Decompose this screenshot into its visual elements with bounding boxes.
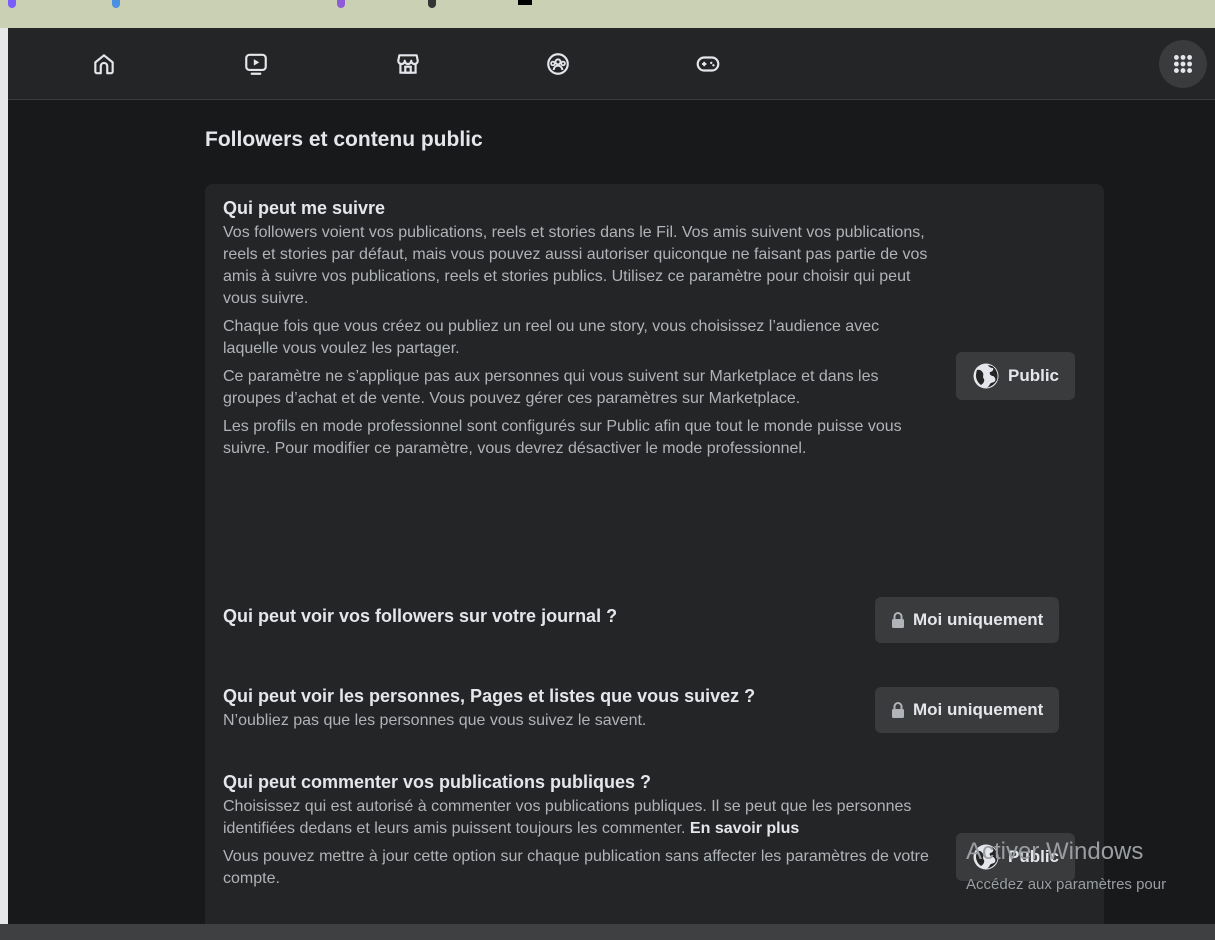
groups-icon [547, 53, 569, 75]
tab-indicator [8, 0, 16, 8]
watermark-title: Activer Windows [966, 838, 1144, 865]
tab-indicator [112, 0, 120, 8]
nav-tab-gaming[interactable] [648, 28, 768, 100]
nav-tab-marketplace[interactable] [348, 28, 468, 100]
nav-tab-watch[interactable] [196, 28, 316, 100]
section-description: Ce paramètre ne s’applique pas aux perso… [223, 368, 879, 407]
button-label: Moi uniquement [913, 610, 1044, 629]
globe-icon [973, 363, 999, 389]
button-label: Moi uniquement [913, 700, 1044, 719]
lock-icon [892, 612, 904, 628]
section-who-can-follow: Qui peut me suivre Vos followers voient … [223, 196, 1093, 460]
window-bottom-edge [0, 924, 1215, 940]
page-title: Followers et contenu public [205, 128, 483, 151]
window-edge [0, 0, 8, 940]
gaming-icon [696, 56, 720, 72]
section-title: Qui peut commenter vos publications publ… [223, 772, 652, 792]
tab-indicator [337, 0, 345, 8]
watermark-subtitle: Accédez aux paramètres pour [966, 876, 1167, 893]
nav-tab-home[interactable] [44, 28, 164, 100]
windows-activation-watermark: Activer Windows Accédez aux paramètres p… [966, 838, 1166, 893]
section-description: N’oubliez pas que les personnes que vous… [223, 712, 647, 729]
learn-more-link[interactable]: En savoir plus [690, 820, 799, 837]
section-title: Qui peut me suivre [223, 198, 386, 218]
section-description: Vous pouvez mettre à jour cette option s… [223, 848, 929, 887]
top-navigation [8, 28, 1215, 100]
marketplace-icon [397, 54, 419, 74]
section-description: Vos followers voient vos publications, r… [223, 224, 928, 307]
browser-tab-strip [0, 0, 1215, 28]
grid-menu-icon [1173, 54, 1193, 74]
menu-button[interactable] [1159, 40, 1207, 88]
nav-tab-groups[interactable] [498, 28, 618, 100]
watch-icon [245, 53, 267, 75]
settings-card: Qui peut me suivre Vos followers voient … [205, 184, 1104, 940]
section-description: Chaque fois que vous créez ou publiez un… [223, 318, 880, 357]
follow-audience-button[interactable]: Public [956, 352, 1076, 400]
section-description: Choisissez qui est autorisé à commenter … [223, 796, 935, 840]
section-description: Les profils en mode professionnel sont c… [223, 418, 902, 457]
button-label: Public [1008, 366, 1060, 385]
lock-icon [892, 702, 904, 718]
tab-indicator [518, 0, 532, 5]
description-text: Choisissez qui est autorisé à commenter … [223, 798, 912, 837]
tab-indicator [428, 0, 436, 8]
home-icon [94, 54, 114, 75]
followers-visibility-button[interactable]: Moi uniquement [875, 597, 1060, 643]
following-visibility-button[interactable]: Moi uniquement [875, 687, 1060, 733]
